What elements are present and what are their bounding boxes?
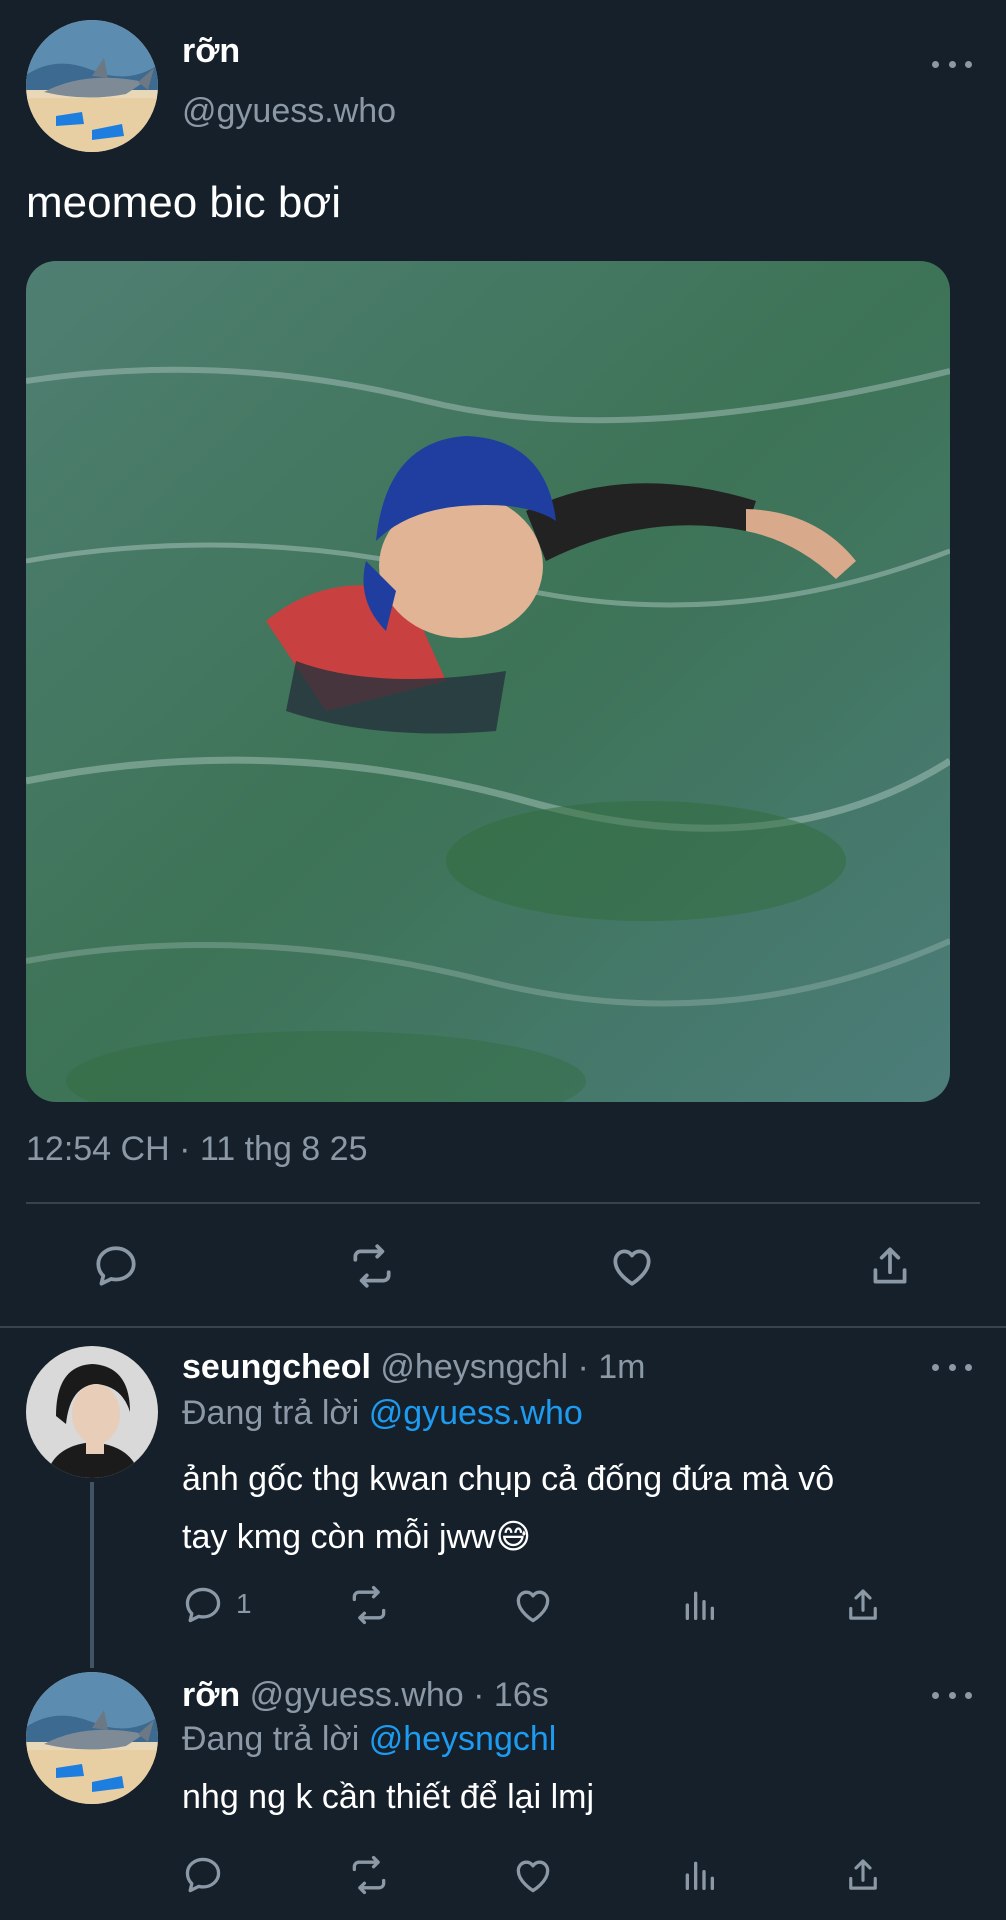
reply-handle[interactable]: @gyuess.who: [250, 1676, 464, 1714]
reply-time[interactable]: · 1m: [577, 1348, 645, 1386]
reply-time[interactable]: · 16s: [473, 1676, 549, 1714]
reply-avatar[interactable]: [26, 1672, 158, 1804]
share-icon[interactable]: [840, 1852, 886, 1898]
reply-count: 1: [236, 1588, 252, 1619]
share-icon[interactable]: [862, 1238, 918, 1294]
reply-handle[interactable]: @heysngchl: [380, 1348, 568, 1386]
reply-text: ảnh gốc thg kwan chụp cả đống đứa mà vô …: [182, 1450, 834, 1566]
views-icon[interactable]: [676, 1852, 722, 1898]
mention-link[interactable]: @gyuess.who: [369, 1394, 583, 1432]
reply-text-line: tay kmg còn mỗi jww😅: [182, 1518, 532, 1556]
replying-to: Đang trả lời @heysngchl: [182, 1720, 556, 1759]
views-icon[interactable]: [676, 1582, 722, 1628]
swimmer-photo: [26, 261, 950, 1102]
shark-avatar-image: [26, 1672, 158, 1804]
author-display-name[interactable]: rỡn: [182, 32, 240, 71]
author-handle[interactable]: @gyuess.who: [182, 92, 396, 131]
heart-icon[interactable]: [604, 1238, 660, 1294]
shark-avatar-image: [26, 20, 158, 152]
divider: [26, 1202, 980, 1204]
reply-text: nhg ng k cần thiết để lại lmj: [182, 1778, 595, 1816]
more-icon[interactable]: [932, 1685, 972, 1705]
mention-link[interactable]: @heysngchl: [369, 1720, 557, 1758]
author-avatar[interactable]: [26, 20, 158, 152]
tweet-timestamp[interactable]: 12:54 CH · 11 thg 8 25: [26, 1130, 367, 1169]
reply-display-name[interactable]: seungcheol: [182, 1348, 371, 1386]
replying-prefix: Đang trả lời: [182, 1394, 360, 1432]
replying-to: Đang trả lời @gyuess.who: [182, 1394, 583, 1433]
replying-prefix: Đang trả lời: [182, 1720, 360, 1758]
reply-icon[interactable]: [180, 1582, 226, 1628]
heart-icon[interactable]: [510, 1582, 556, 1628]
more-icon[interactable]: [932, 54, 972, 74]
retweet-icon[interactable]: [344, 1238, 400, 1294]
tweet-text: meomeo bic bơi: [26, 178, 341, 227]
retweet-icon[interactable]: [346, 1582, 392, 1628]
heart-icon[interactable]: [510, 1852, 556, 1898]
reply-text-line: ảnh gốc thg kwan chụp cả đống đứa mà vô: [182, 1460, 835, 1498]
more-icon[interactable]: [932, 1357, 972, 1377]
reply-header: seungcheol @heysngchl · 1m: [182, 1348, 645, 1387]
section-divider: [0, 1326, 1006, 1328]
thread-line: [90, 1482, 94, 1668]
reply-icon[interactable]: [88, 1238, 144, 1294]
seungcheol-avatar-image: [26, 1346, 158, 1478]
retweet-icon[interactable]: [346, 1852, 392, 1898]
reply-icon[interactable]: [180, 1852, 226, 1898]
reply-display-name[interactable]: rỡn: [182, 1676, 240, 1714]
reply-avatar[interactable]: [26, 1346, 158, 1478]
share-icon[interactable]: [840, 1582, 886, 1628]
reply-header: rỡn @gyuess.who · 16s: [182, 1676, 549, 1715]
tweet-photo[interactable]: [26, 261, 950, 1102]
